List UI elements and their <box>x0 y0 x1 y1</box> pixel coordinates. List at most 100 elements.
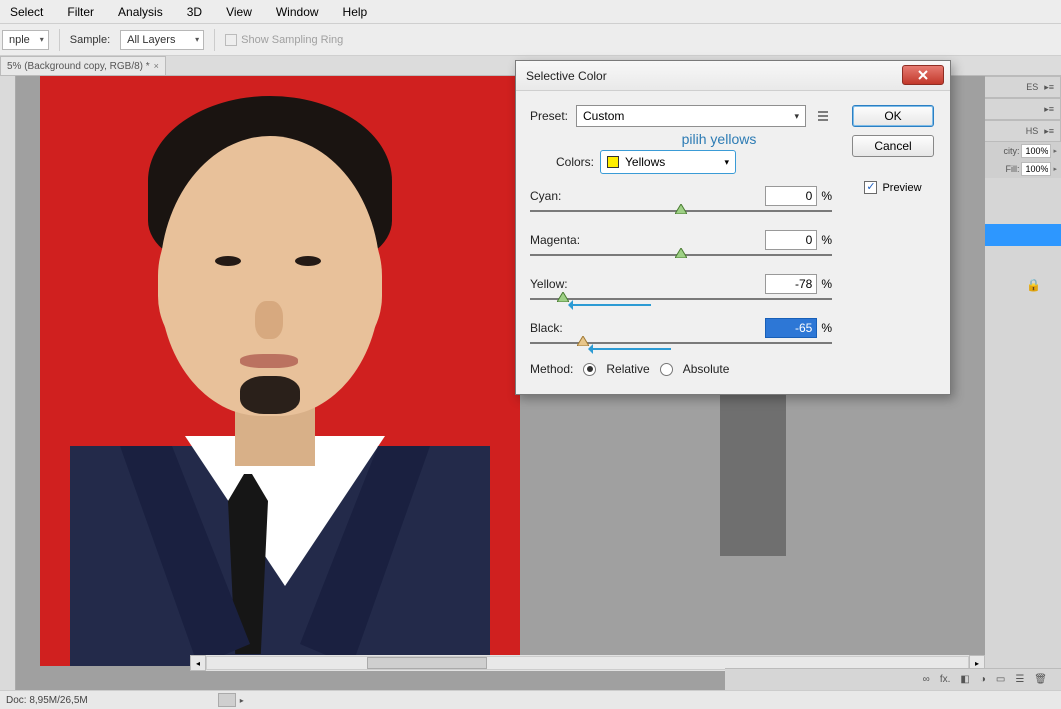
preset-dropdown[interactable]: Custom <box>576 105 806 127</box>
portrait-photo <box>40 76 520 666</box>
yellow-label: Yellow: <box>530 277 568 291</box>
sample-mode-dropdown[interactable]: nple <box>2 30 49 50</box>
percent-label: % <box>821 233 832 247</box>
selective-color-dialog: Selective Color Preset: Custom pilih yel… <box>515 60 951 395</box>
sample-dropdown[interactable]: All Layers <box>120 30 204 50</box>
close-button[interactable] <box>902 65 944 85</box>
chevron-right-icon[interactable]: ▸ <box>1053 147 1057 155</box>
ok-button[interactable]: OK <box>852 105 934 127</box>
relative-radio[interactable] <box>583 363 596 376</box>
separator <box>214 29 215 51</box>
checkbox-box <box>225 34 237 46</box>
chevron-right-icon[interactable]: ▸ <box>240 696 244 705</box>
checkbox-box <box>864 181 877 194</box>
menu-window[interactable]: Window <box>276 5 319 19</box>
colors-dropdown[interactable]: Yellows <box>600 150 736 174</box>
slider-handle[interactable] <box>675 204 687 214</box>
panel-tab-blank[interactable]: ▸≡ <box>985 98 1061 120</box>
opacity-row: city: ▸ <box>985 142 1061 160</box>
doc-size-label: Doc: 8,95M/26,5M <box>6 695 88 706</box>
preset-row: Preset: Custom <box>530 105 832 127</box>
colors-label: Colors: <box>556 155 594 169</box>
method-row: Method: Relative Absolute <box>530 362 832 376</box>
lock-icon: 🔒 <box>1026 278 1041 292</box>
dialog-right-column: OK Cancel Preview <box>850 105 936 376</box>
adjustment-icon[interactable]: ◑ <box>980 674 986 685</box>
menu-select[interactable]: Select <box>10 5 43 19</box>
black-label: Black: <box>530 321 563 335</box>
colors-row: Colors: Yellows <box>530 150 832 174</box>
folder-icon[interactable]: ▭ <box>996 674 1005 685</box>
magenta-slider: Magenta: % <box>530 230 832 256</box>
magenta-input[interactable] <box>765 230 817 250</box>
selected-layer-row[interactable] <box>985 224 1061 246</box>
document-image[interactable] <box>40 76 520 666</box>
slider-handle[interactable] <box>675 248 687 258</box>
right-panel-dock: ES▸≡ ▸≡ HS▸≡ city: ▸ Fill: ▸ 🔒 ∞ fx. ◧ ◑… <box>985 76 1061 690</box>
absolute-label: Absolute <box>683 362 730 376</box>
close-icon[interactable]: × <box>154 61 159 71</box>
cyan-slider: Cyan: % <box>530 186 832 212</box>
preset-label: Preset: <box>530 109 568 123</box>
show-sampling-label: Show Sampling Ring <box>241 34 343 46</box>
percent-label: % <box>821 189 832 203</box>
preset-menu-button[interactable] <box>814 107 832 125</box>
options-bar: nple Sample: All Layers Show Sampling Ri… <box>0 24 1061 56</box>
fill-label: Fill: <box>1005 164 1019 174</box>
cyan-track[interactable] <box>530 210 832 212</box>
panel-tab-es[interactable]: ES▸≡ <box>985 76 1061 98</box>
black-slider: Black: % <box>530 318 832 344</box>
menu-icon <box>816 109 830 123</box>
yellow-input[interactable] <box>765 274 817 294</box>
colors-value: Yellows <box>625 155 665 169</box>
menu-3d[interactable]: 3D <box>187 5 202 19</box>
status-grip[interactable] <box>218 693 236 707</box>
cancel-button[interactable]: Cancel <box>852 135 934 157</box>
percent-label: % <box>821 321 832 335</box>
black-input[interactable] <box>765 318 817 338</box>
yellow-slider: Yellow: % <box>530 274 832 300</box>
cyan-label: Cyan: <box>530 189 561 203</box>
document-tab-label: 5% (Background copy, RGB/8) * <box>7 61 150 72</box>
black-track[interactable] <box>530 342 832 344</box>
new-layer-icon[interactable]: ☰ <box>1015 674 1024 685</box>
ruler-vertical <box>0 76 16 690</box>
link-icon[interactable]: ∞ <box>923 674 930 685</box>
status-bar: Doc: 8,95M/26,5M ▸ <box>0 690 1061 709</box>
dialog-left-column: Preset: Custom pilih yellows Colors: Yel… <box>530 105 832 376</box>
fill-row: Fill: ▸ <box>985 160 1061 178</box>
close-icon <box>917 69 929 81</box>
sample-label: Sample: <box>70 34 110 46</box>
absolute-radio[interactable] <box>660 363 673 376</box>
menu-help[interactable]: Help <box>343 5 368 19</box>
trash-icon[interactable]: 🗑 <box>1034 674 1047 685</box>
magenta-label: Magenta: <box>530 233 580 247</box>
scroll-thumb[interactable] <box>367 657 487 669</box>
dialog-title: Selective Color <box>526 69 607 83</box>
mask-icon[interactable]: ◧ <box>960 674 969 685</box>
preview-checkbox[interactable]: Preview <box>864 181 921 194</box>
annotation-text: pilih yellows <box>606 131 832 147</box>
cyan-input[interactable] <box>765 186 817 206</box>
yellow-track[interactable] <box>530 298 832 300</box>
panel-tab-hs[interactable]: HS▸≡ <box>985 120 1061 142</box>
menu-view[interactable]: View <box>226 5 252 19</box>
opacity-label: city: <box>1003 146 1019 156</box>
menu-filter[interactable]: Filter <box>67 5 94 19</box>
dialog-titlebar[interactable]: Selective Color <box>516 61 950 91</box>
percent-label: % <box>821 277 832 291</box>
layers-panel[interactable]: 🔒 ∞ fx. ◧ ◑ ▭ ☰ 🗑 <box>985 178 1061 690</box>
show-sampling-ring-checkbox[interactable]: Show Sampling Ring <box>225 34 343 46</box>
fx-icon[interactable]: fx. <box>940 674 951 685</box>
magenta-track[interactable] <box>530 254 832 256</box>
relative-label: Relative <box>606 362 649 376</box>
scroll-left-button[interactable]: ◂ <box>190 655 206 671</box>
layers-bottom-toolbar: ∞ fx. ◧ ◑ ▭ ☰ 🗑 <box>725 668 1061 690</box>
document-tab[interactable]: 5% (Background copy, RGB/8) * × <box>0 56 166 75</box>
menu-analysis[interactable]: Analysis <box>118 5 163 19</box>
annotation-arrow <box>571 304 651 306</box>
annotation-arrow <box>591 348 671 350</box>
opacity-input[interactable] <box>1021 144 1051 158</box>
fill-input[interactable] <box>1021 162 1051 176</box>
chevron-right-icon[interactable]: ▸ <box>1053 165 1057 173</box>
